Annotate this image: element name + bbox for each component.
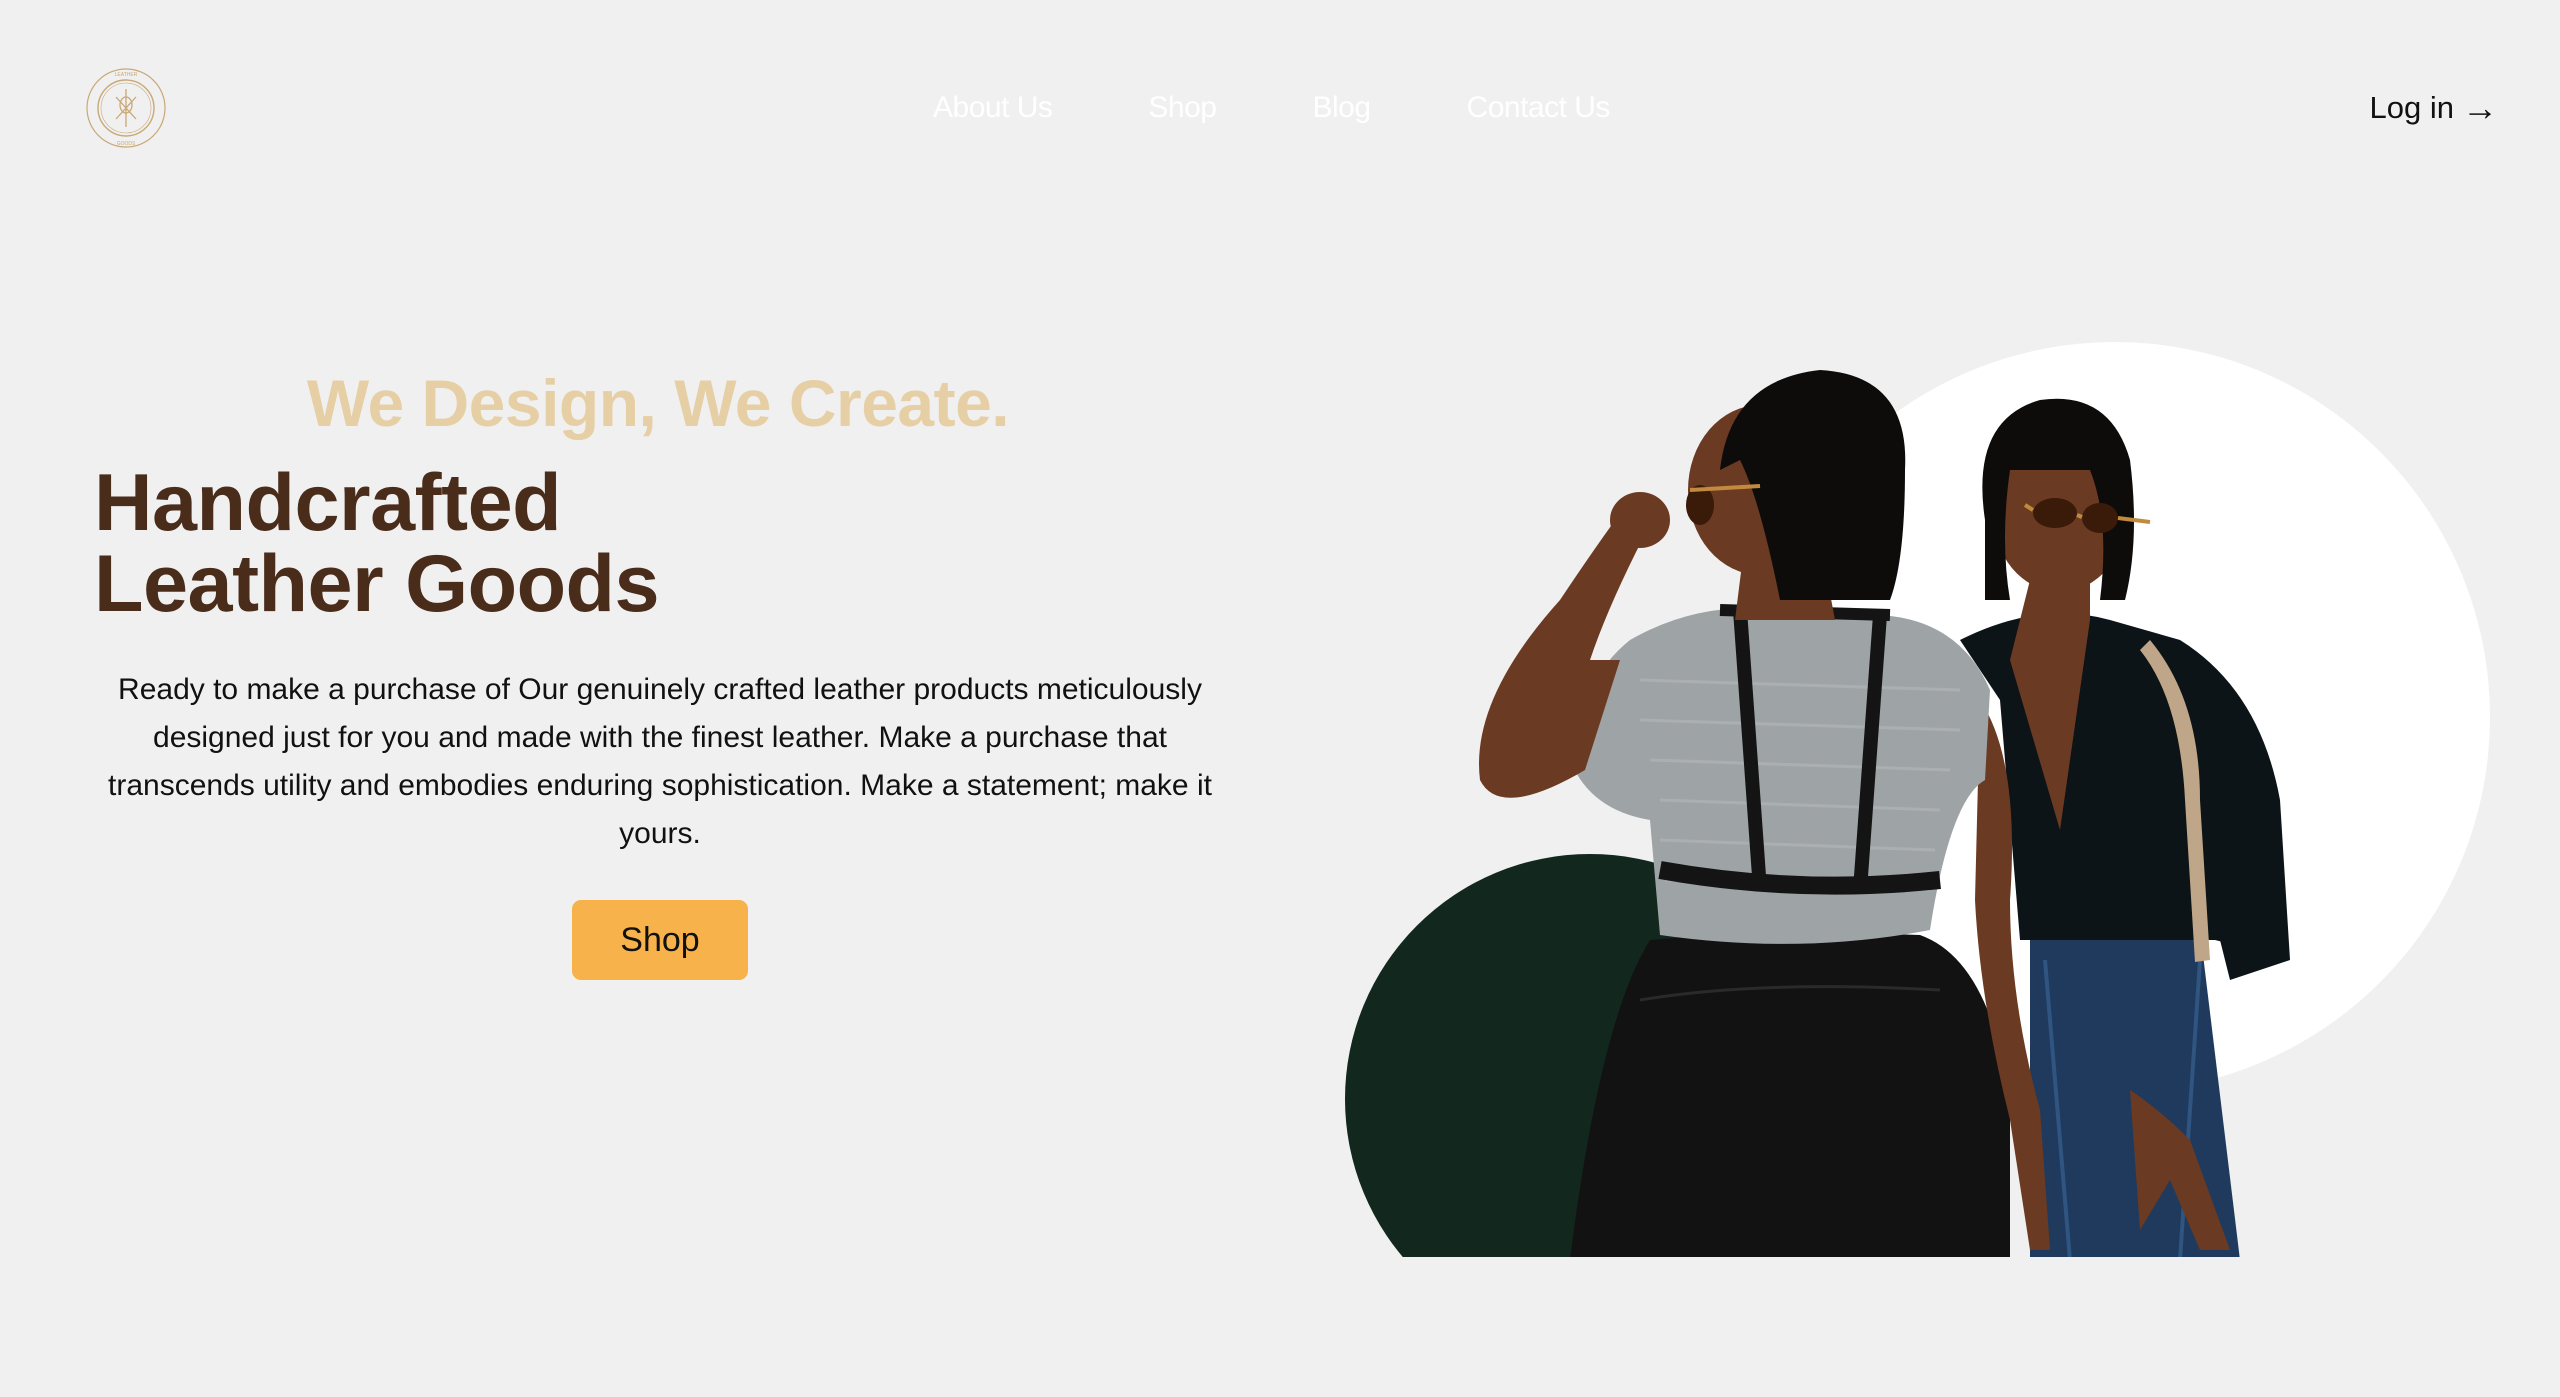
hero-models-image <box>1479 370 2290 1257</box>
model-left <box>1479 370 2050 1257</box>
hero-image-area <box>0 0 2560 1257</box>
landing-page: LEATHER GOODS About Us Shop Blog Contact… <box>0 0 2560 1397</box>
